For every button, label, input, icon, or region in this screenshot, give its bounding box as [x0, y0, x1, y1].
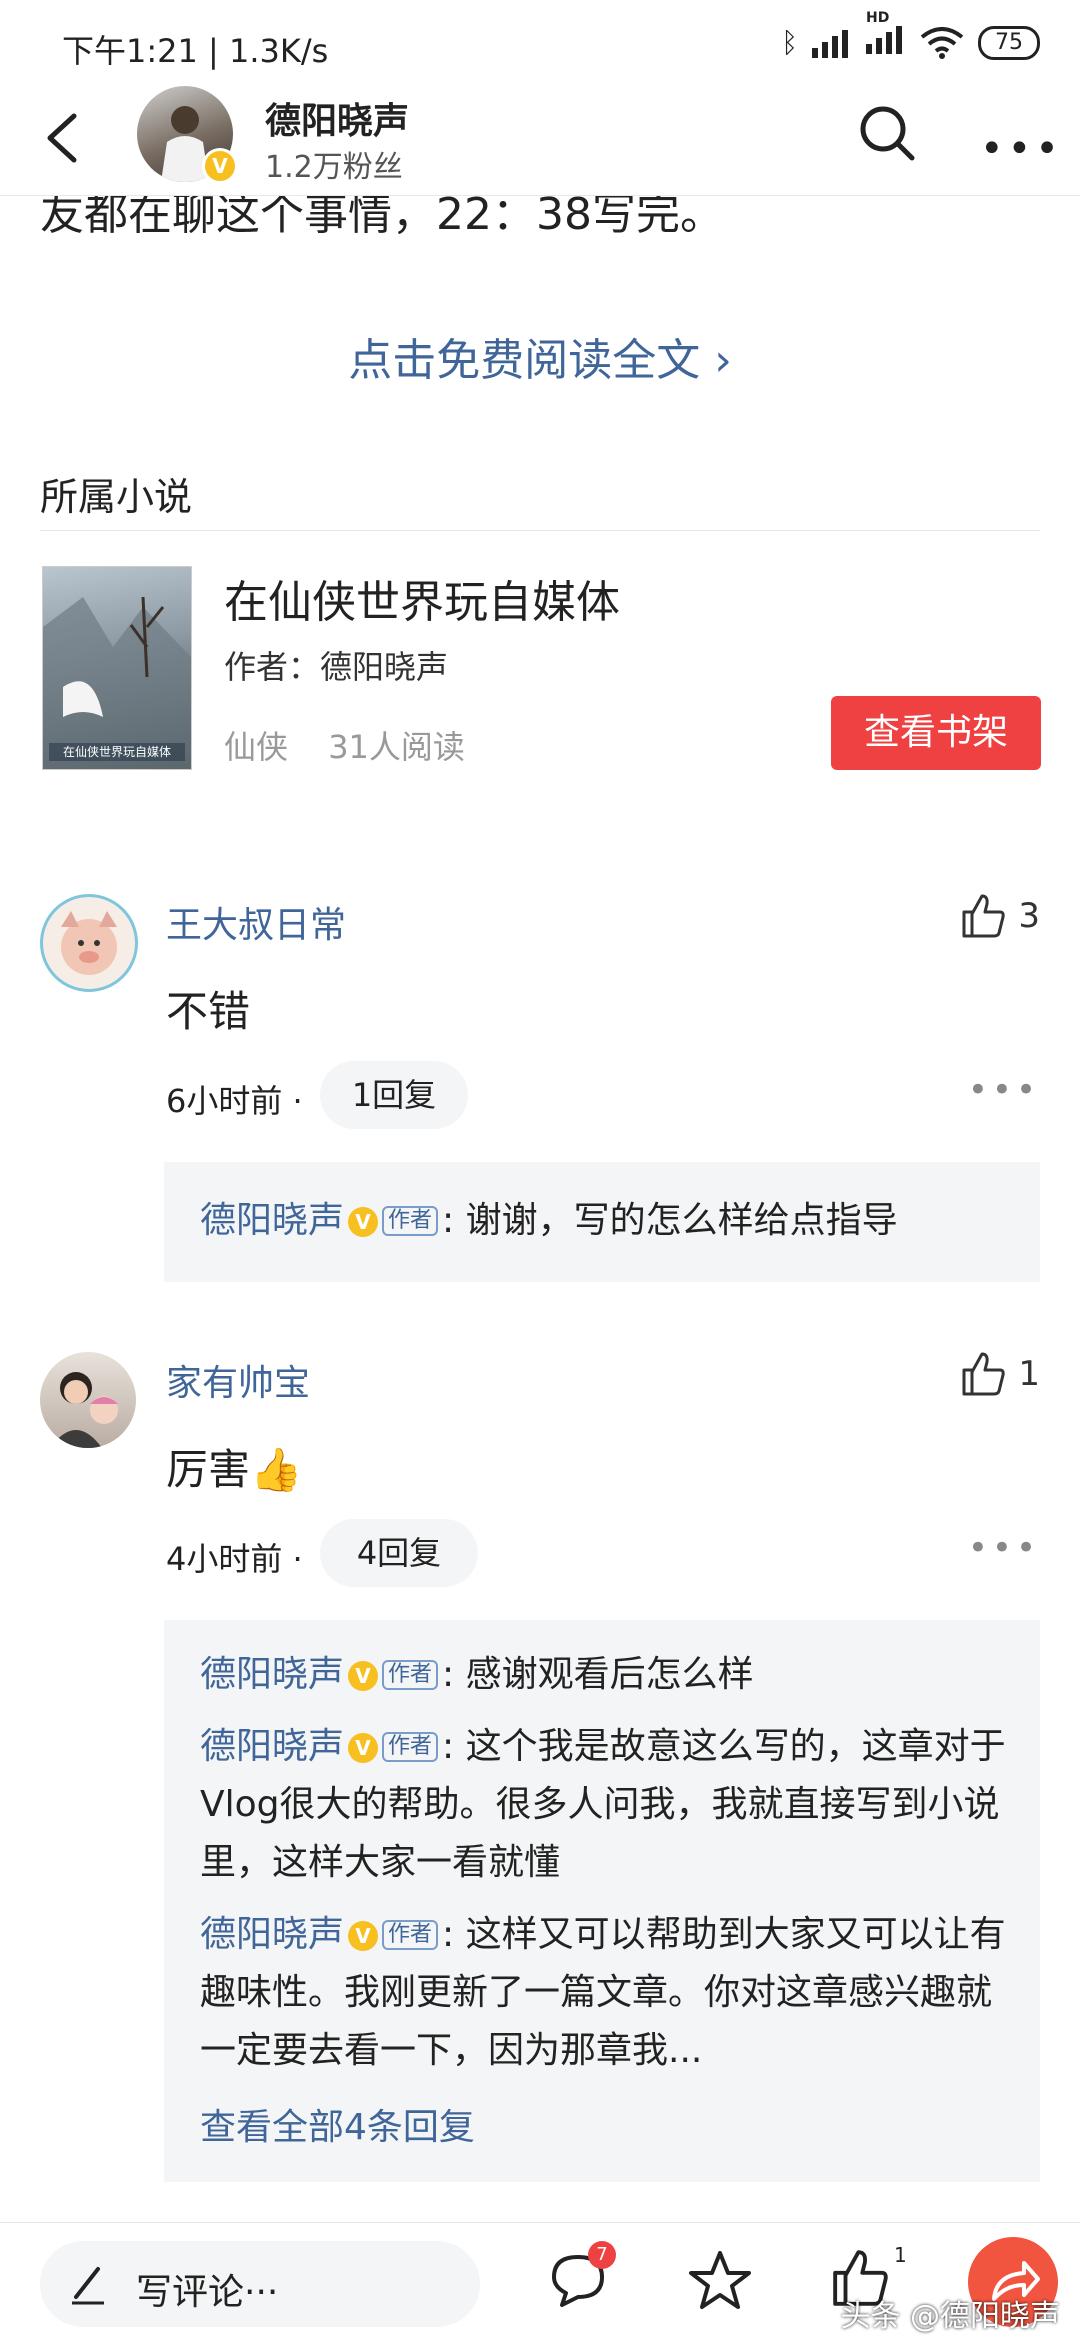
book-title[interactable]: 在仙侠世界玩自媒体 — [224, 566, 620, 630]
comment-button[interactable]: 7 — [548, 2241, 616, 2309]
book-author: 作者：德阳晓声 — [224, 648, 449, 686]
author-fans: 1.2万粉丝 — [265, 150, 403, 185]
reply-count-button[interactable]: 4回复 — [320, 1519, 478, 1587]
comment-like-count: 3 — [1018, 896, 1040, 936]
write-comment-input[interactable]: 写评论··· — [40, 2241, 480, 2327]
article-cut-text: 友都在聊这个事情，22：38写完。 — [40, 196, 724, 236]
back-arrow-icon[interactable] — [38, 110, 88, 166]
book-readers: 31人阅读 — [328, 728, 465, 766]
comment-avatar[interactable] — [40, 894, 138, 992]
svg-text:在仙侠世界玩自媒体: 在仙侠世界玩自媒体 — [63, 745, 171, 759]
comment-more-icon[interactable]: ••• — [968, 1528, 1040, 1568]
reply-text: : 感谢观看后怎么样 — [442, 1654, 754, 1695]
book-meta: 仙侠 31人阅读 — [224, 722, 465, 768]
read-full-link[interactable]: 点击免费阅读全文 › — [0, 324, 1080, 388]
comment-avatar[interactable] — [40, 1352, 136, 1448]
verified-badge-icon: V — [348, 1207, 379, 1237]
comment-text: 厉害👍 — [166, 1445, 303, 1494]
verified-badge-icon: V — [348, 1921, 379, 1951]
comment-like-button[interactable]: 1 — [960, 1350, 1040, 1398]
favorite-star-icon[interactable] — [688, 2249, 752, 2311]
pen-icon — [72, 2267, 104, 2305]
comment-username[interactable]: 王大叔日常 — [166, 896, 346, 948]
bottom-action-bar: 写评论··· 7 1 头条 @德阳晓声 — [0, 2222, 1080, 2341]
status-bar: 下午1:21 | 1.3K/s ᛒ HD 75 — [0, 0, 1080, 80]
bluetooth-icon: ᛒ — [781, 26, 798, 59]
reply-author-name[interactable]: 德阳晓声 — [200, 1726, 344, 1767]
novel-section-title: 所属小说 — [40, 475, 193, 519]
reply-item[interactable]: 德阳晓声 V 作者: 谢谢，写的怎么样给点指导 — [200, 1192, 1020, 1250]
verified-badge-icon: V — [202, 148, 238, 184]
author-name[interactable]: 德阳晓声 — [265, 92, 409, 144]
reply-text: : 谢谢，写的怎么样给点指导 — [442, 1200, 898, 1241]
thumbs-up-icon — [962, 1352, 1006, 1396]
author-tag: 作者 — [382, 1732, 439, 1762]
book-cover[interactable]: 在仙侠世界玩自媒体 — [42, 566, 192, 770]
reply-item[interactable]: 德阳晓声 V 作者: 这个我是故意这么写的，这章对于Vlog很大的帮助。很多人问我，… — [200, 1718, 1020, 1892]
author-tag: 作者 — [382, 1920, 439, 1950]
reply-item[interactable]: 德阳晓声 V 作者: 感谢观看后怎么样 — [200, 1646, 1020, 1704]
like-count: 1 — [894, 2243, 907, 2267]
comment-time: 4小时前 · — [166, 1540, 303, 1578]
search-icon[interactable] — [858, 104, 916, 162]
book-genre: 仙侠 — [224, 728, 289, 766]
comment-username[interactable]: 家有帅宝 — [166, 1354, 310, 1406]
view-all-replies-link[interactable]: 查看全部4条回复 — [200, 2098, 475, 2150]
author-tag: 作者 — [382, 1206, 439, 1236]
reply-author-name[interactable]: 德阳晓声 — [200, 1914, 344, 1955]
status-time: 下午1:21 | 1.3K/s — [62, 32, 329, 70]
verified-badge-icon: V — [348, 1661, 379, 1691]
view-bookshelf-button[interactable]: 查看书架 — [831, 696, 1041, 770]
comment-count-badge: 7 — [588, 2241, 616, 2269]
signal-icon — [812, 29, 848, 58]
reply-box: 德阳晓声 V 作者: 谢谢，写的怎么样给点指导 — [164, 1162, 1040, 1282]
divider — [40, 530, 1040, 531]
status-icons: ᛒ HD 75 — [781, 10, 1040, 61]
author-tag: 作者 — [382, 1660, 439, 1690]
signal-hd-icon: HD — [866, 10, 906, 61]
thumbs-up-icon — [962, 894, 1006, 938]
comment-text: 不错 — [166, 987, 251, 1036]
reply-author-name[interactable]: 德阳晓声 — [200, 1200, 344, 1241]
comment-like-count: 1 — [1018, 1354, 1040, 1394]
comment-like-button[interactable]: 3 — [960, 892, 1040, 940]
verified-badge-icon: V — [348, 1733, 379, 1763]
more-options-icon[interactable]: ••• — [980, 126, 1063, 172]
write-comment-placeholder: 写评论··· — [136, 2272, 279, 2313]
reply-box: 德阳晓声 V 作者: 感谢观看后怎么样 德阳晓声 V 作者: 这个我是故意这么写的，这章… — [164, 1620, 1040, 2182]
wifi-icon — [920, 26, 964, 59]
watermark: 头条 @德阳晓声 — [840, 2299, 1060, 2334]
reply-count-button[interactable]: 1回复 — [320, 1061, 468, 1129]
comment-time: 6小时前 · — [166, 1082, 303, 1120]
reply-item[interactable]: 德阳晓声 V 作者: 这样又可以帮助到大家又可以让有趣味性。我刚更新了一篇文章。你对… — [200, 1906, 1020, 2080]
reply-author-name[interactable]: 德阳晓声 — [200, 1654, 344, 1695]
comment-more-icon[interactable]: ••• — [968, 1070, 1040, 1110]
article-cut-area: 友都在聊这个事情，22：38写完。 — [0, 196, 1080, 236]
battery-indicator: 75 — [978, 25, 1040, 60]
